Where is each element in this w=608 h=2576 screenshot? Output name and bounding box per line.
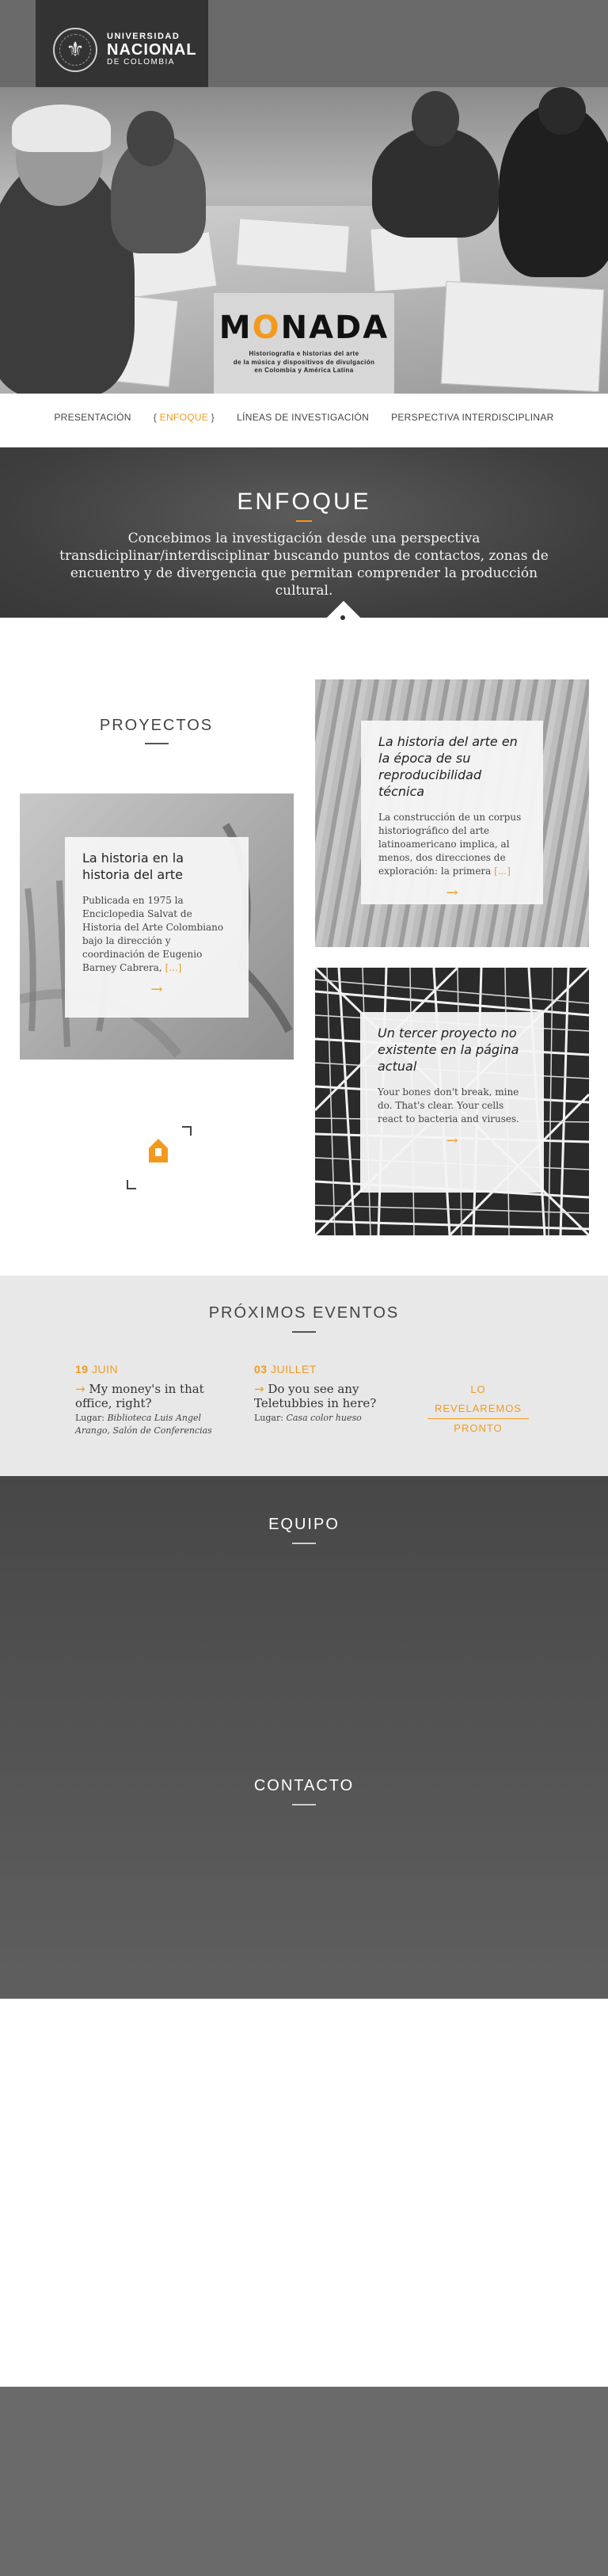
event-title-text: My money's in that office, right? — [75, 1382, 204, 1410]
event-location: Lugar: Casa color hueso — [254, 1412, 397, 1425]
event-date: 19 JUIN — [75, 1363, 218, 1376]
hero-cap — [12, 105, 111, 152]
project-card-text: La construcción de un corpus historiográ… — [378, 811, 526, 878]
monada-brand-card[interactable]: MONADA Historiografía e historias del ar… — [214, 293, 394, 394]
enfoque-title-underline — [296, 520, 312, 522]
equipo-contacto-section: EQUIPO CONTACTO — [0, 1476, 608, 1999]
event-month: JUILLET — [270, 1363, 317, 1376]
event-title[interactable]: → Do you see any Teletubbies in here? — [254, 1382, 397, 1410]
read-more-link[interactable]: [...] — [165, 962, 182, 973]
eventos-title: PRÓXIMOS EVENTOS — [208, 1304, 400, 1322]
arrow-right-icon[interactable]: → — [82, 981, 231, 998]
monada-subtitle-3: en Colombia y América Latina — [254, 367, 354, 375]
event-location-value: Casa color hueso — [286, 1413, 362, 1423]
enfoque-text: Concebimos la investigación desde una pe… — [59, 531, 549, 599]
eventos-title-underline — [292, 1331, 316, 1333]
monada-wordmark: MONADA — [218, 309, 390, 346]
project-card[interactable]: La historia del arte en la época de su r… — [315, 679, 589, 947]
arrow-right-icon: → — [254, 1382, 264, 1396]
project-card-panel: La historia en la historia del arte Publ… — [65, 837, 249, 1018]
equipo-title: EQUIPO — [268, 1516, 340, 1533]
event-day: 03 — [254, 1363, 268, 1376]
monada-subtitle-1: Historiografía e historias del arte — [249, 349, 359, 357]
footer — [0, 2387, 608, 2576]
arrow-right-icon[interactable]: → — [378, 1132, 526, 1149]
monada-subtitle-2: de la música y dispositivos de divulgaci… — [233, 358, 375, 366]
event-month: JUIN — [91, 1363, 119, 1376]
event-item[interactable]: 03 JUILLET → Do you see any Teletubbies … — [254, 1363, 397, 1425]
project-card[interactable]: La historia en la historia del arte Publ… — [20, 793, 294, 1060]
project-card-panel: Un tercer proyecto no existente en la pá… — [360, 1012, 544, 1193]
university-name: UNIVERSIDAD NACIONAL DE COLOMBIA — [107, 32, 197, 67]
corner-mark — [127, 1180, 136, 1189]
enfoque-title: ENFOQUE — [237, 489, 371, 515]
university-line-3: DE COLOMBIA — [107, 58, 175, 67]
event-date: 03 JUILLET — [254, 1363, 397, 1376]
university-logo[interactable]: ⚜ UNIVERSIDAD NACIONAL DE COLOMBIA — [36, 0, 208, 100]
event-title[interactable]: → My money's in that office, right? — [75, 1382, 218, 1410]
event-day: 19 — [75, 1363, 89, 1376]
event-location-label: Lugar: — [254, 1413, 283, 1423]
nav-item-lineas[interactable]: LÍNEAS DE INVESTIGACIÓN — [226, 412, 380, 423]
top-bar: ⚜ UNIVERSIDAD NACIONAL DE COLOMBIA — [0, 0, 608, 100]
proyectos-title: PROYECTOS — [99, 717, 214, 734]
project-card-excerpt: Publicada en 1975 la Enciclopedia Salvat… — [82, 895, 224, 973]
arrow-right-icon: → — [75, 1382, 86, 1396]
section-dot — [340, 615, 345, 620]
enfoque-section: ENFOQUE Concebimos la investigación desd… — [0, 447, 608, 635]
contacto-title: CONTACTO — [253, 1777, 355, 1794]
coming-soon-placeholder: LO REVELAREMOS PRONTO — [426, 1380, 530, 1438]
project-card-panel: La historia del arte en la época de su r… — [361, 721, 543, 904]
nav-item-presentacion[interactable]: PRESENTACIÓN — [43, 412, 142, 423]
empty-content-area — [0, 1999, 608, 2387]
arrow-right-icon[interactable]: → — [378, 885, 526, 901]
read-more-link[interactable]: [...] — [494, 866, 511, 877]
coming-soon-line-2: PRONTO — [454, 1422, 503, 1434]
monada-house-icon — [149, 1139, 168, 1162]
event-title-text: Do you see any Teletubbies in here? — [254, 1382, 377, 1410]
corner-mark — [182, 1126, 192, 1136]
nav-item-enfoque[interactable]: ENFOQUE — [142, 412, 226, 423]
proyectos-title-underline — [145, 743, 169, 744]
hero-head — [127, 111, 174, 166]
main-nav: PRESENTACIÓN ENFOQUE LÍNEAS DE INVESTIGA… — [0, 394, 608, 441]
eventos-section: PRÓXIMOS EVENTOS 19 JUIN → My money's in… — [0, 1276, 608, 1476]
event-location-label: Lugar: — [75, 1413, 104, 1423]
university-line-2: NACIONAL — [107, 41, 197, 59]
project-card-text: Publicada en 1975 la Enciclopedia Salvat… — [82, 894, 231, 975]
hero-paper — [440, 280, 605, 393]
monada-house-door — [155, 1148, 162, 1156]
event-item[interactable]: 19 JUIN → My money's in that office, rig… — [75, 1363, 218, 1437]
project-card-text: Your bones don't break, mine do. That's … — [378, 1086, 519, 1124]
coming-soon-line-1: LO REVELAREMOS — [435, 1383, 522, 1414]
project-card-title: La historia del arte en la época de su r… — [378, 734, 518, 799]
hero-photo: MONADA Historiografía e historias del ar… — [0, 87, 608, 394]
university-seal-icon: ⚜ — [53, 28, 97, 72]
hero-paper — [236, 218, 350, 273]
contacto-title-underline — [292, 1804, 316, 1805]
project-card-title: La historia en la historia del arte — [82, 850, 184, 882]
monada-logo: MONADA — [219, 312, 389, 344]
nav-item-perspectiva[interactable]: PERSPECTIVA INTERDISCIPLINAR — [380, 412, 565, 423]
hero-head — [538, 87, 586, 135]
project-card[interactable]: Un tercer proyecto no existente en la pá… — [315, 968, 589, 1235]
hero-head — [412, 91, 459, 146]
equipo-title-underline — [292, 1543, 316, 1544]
event-location: Lugar: Biblioteca Luis Angel Arango, Sal… — [75, 1412, 218, 1437]
project-card-title: Un tercer proyecto no existente en la pá… — [378, 1025, 519, 1074]
monada-subtitle: Historiografía e historias del arte de l… — [234, 350, 375, 375]
